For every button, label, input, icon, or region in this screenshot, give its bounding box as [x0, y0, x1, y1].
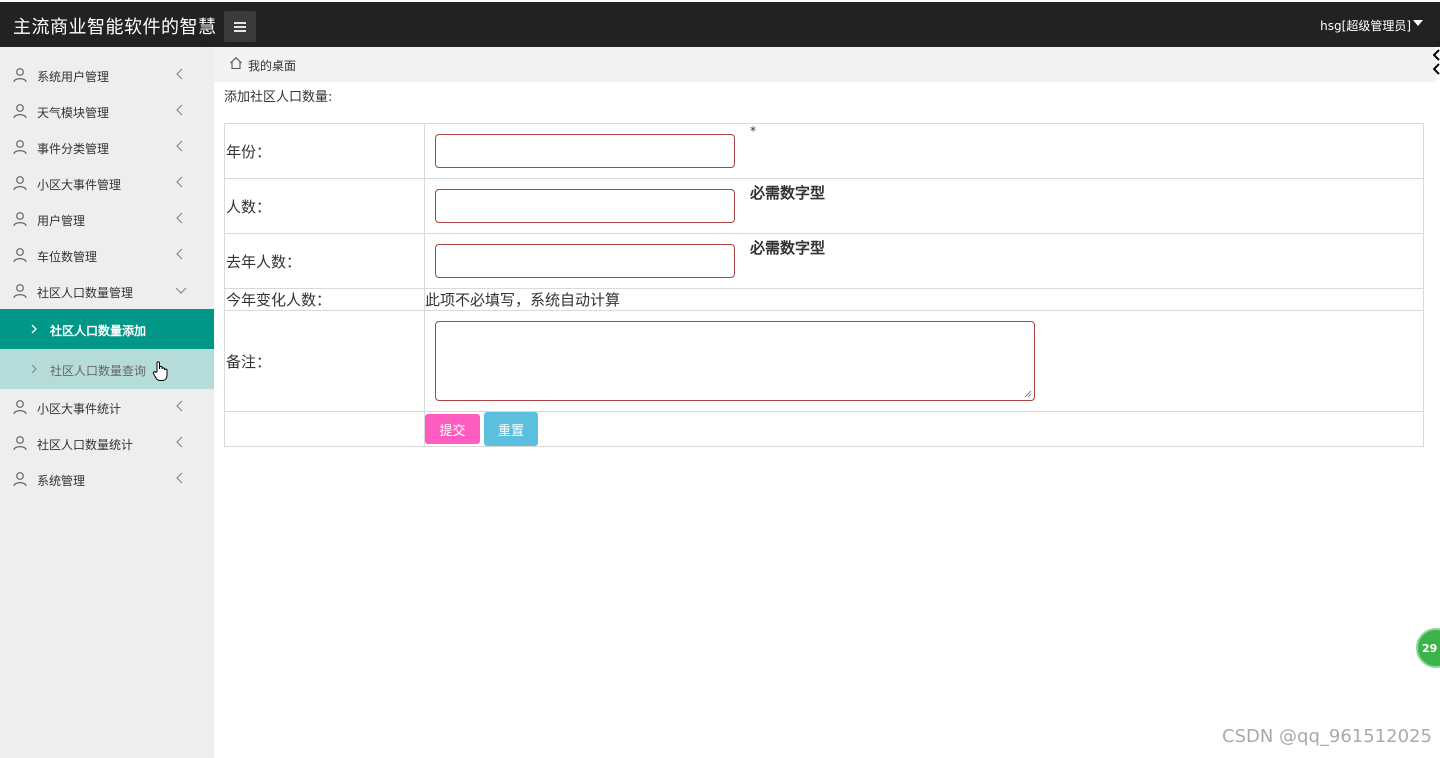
year-label: 年份：	[224, 123, 425, 179]
sidebar-item-weather[interactable]: 天气模块管理	[0, 93, 214, 129]
user-icon	[13, 104, 27, 119]
sidebar-subitem-population-query[interactable]: 社区人口数量查询	[0, 349, 214, 389]
watermark: CSDN @qq_961512025	[1222, 726, 1432, 747]
chevron-left-icon	[176, 104, 183, 116]
chevron-left-icon	[176, 140, 183, 152]
home-icon[interactable]	[229, 56, 243, 70]
chevron-left-icon	[176, 400, 183, 412]
top-navbar: 主流商业智能软件的智慧 hsg[超级管理员]	[0, 0, 1440, 47]
app-title: 主流商业智能软件的智慧	[13, 17, 217, 38]
count-input[interactable]	[435, 189, 735, 223]
chevron-left-icon	[176, 248, 183, 260]
user-icon	[13, 284, 27, 299]
sidebar-item-label: 车位数管理	[37, 250, 98, 264]
chevron-left-icon	[176, 436, 183, 448]
population-form: 年份： * 人数： 必需数字型 去年人数： 必需数字型 今年变化人数： 此项不必…	[224, 123, 1424, 447]
sidebar-subitem-population-add[interactable]: 社区人口数量添加	[0, 309, 214, 349]
sidebar-item-population-stats[interactable]: 社区人口数量统计	[0, 425, 214, 461]
sidebar-item-system-users[interactable]: 系统用户管理	[0, 57, 214, 93]
remark-textarea[interactable]	[435, 321, 1035, 401]
last-year-label: 去年人数：	[224, 233, 425, 289]
chevron-right-icon	[31, 364, 37, 374]
user-icon	[13, 400, 27, 415]
sidebar-item-users[interactable]: 用户管理	[0, 201, 214, 237]
chevron-right-icon	[31, 324, 37, 334]
sidebar-item-parking[interactable]: 车位数管理	[0, 237, 214, 273]
scroll-arrow-icon[interactable]	[1433, 47, 1440, 77]
hand-cursor-icon	[152, 361, 168, 381]
sidebar-item-population[interactable]: 社区人口数量管理	[0, 273, 214, 309]
chevron-left-icon	[176, 472, 183, 484]
sidebar-subitem-label: 社区人口数量查询	[50, 364, 147, 378]
user-icon	[13, 248, 27, 263]
user-icon	[13, 140, 27, 155]
chevron-down-icon	[175, 287, 187, 294]
count-label: 人数：	[224, 178, 425, 234]
sidebar-item-label: 小区大事件管理	[37, 178, 122, 192]
breadcrumb: 我的桌面	[214, 47, 1436, 82]
count-hint: 必需数字型	[750, 184, 826, 202]
required-mark: *	[750, 124, 756, 138]
resize-grip-icon[interactable]	[1024, 390, 1032, 398]
user-icon	[13, 436, 27, 451]
sidebar-item-label: 社区人口数量统计	[37, 438, 134, 452]
sidebar-item-label: 天气模块管理	[37, 106, 110, 120]
remark-label: 备注：	[224, 310, 425, 412]
chevron-left-icon	[176, 176, 183, 188]
menu-toggle-button[interactable]	[224, 11, 256, 42]
sidebar-item-label: 事件分类管理	[37, 142, 110, 156]
sidebar-item-event-category[interactable]: 事件分类管理	[0, 129, 214, 165]
sidebar-item-community-events[interactable]: 小区大事件管理	[0, 165, 214, 201]
sidebar-subitem-label: 社区人口数量添加	[50, 324, 147, 338]
sidebar-item-system[interactable]: 系统管理	[0, 461, 214, 497]
hamburger-icon	[234, 21, 246, 24]
last-year-input[interactable]	[435, 244, 735, 278]
user-icon	[13, 212, 27, 227]
change-label: 今年变化人数：	[224, 288, 425, 311]
caret-down-icon[interactable]	[1413, 20, 1423, 26]
page-title: 添加社区人口数量:	[224, 90, 333, 105]
user-menu[interactable]: hsg[超级管理员]	[1320, 17, 1411, 34]
sidebar-item-label: 系统管理	[37, 474, 86, 488]
user-icon	[13, 176, 27, 191]
user-icon	[13, 472, 27, 487]
chevron-left-icon	[176, 68, 183, 80]
breadcrumb-home-link[interactable]: 我的桌面	[248, 57, 296, 74]
chevron-left-icon	[176, 212, 183, 224]
change-note: 此项不必填写，系统自动计算	[424, 288, 1424, 311]
sidebar-item-label: 用户管理	[37, 214, 86, 228]
last-year-hint: 必需数字型	[750, 239, 826, 257]
sidebar-item-label: 系统用户管理	[37, 70, 110, 84]
year-input[interactable]	[435, 134, 735, 168]
sidebar: 系统用户管理 天气模块管理 事件分类管理 小区大事件管理 用户管理 车位数管理 …	[0, 47, 214, 758]
submit-button[interactable]: 提交	[425, 414, 480, 444]
floating-badge[interactable]: 29	[1416, 628, 1440, 668]
sidebar-item-label: 社区人口数量管理	[37, 286, 134, 300]
sidebar-item-event-stats[interactable]: 小区大事件统计	[0, 389, 214, 425]
reset-button[interactable]: 重置	[484, 412, 538, 446]
user-icon	[13, 68, 27, 83]
sidebar-item-label: 小区大事件统计	[37, 402, 122, 416]
